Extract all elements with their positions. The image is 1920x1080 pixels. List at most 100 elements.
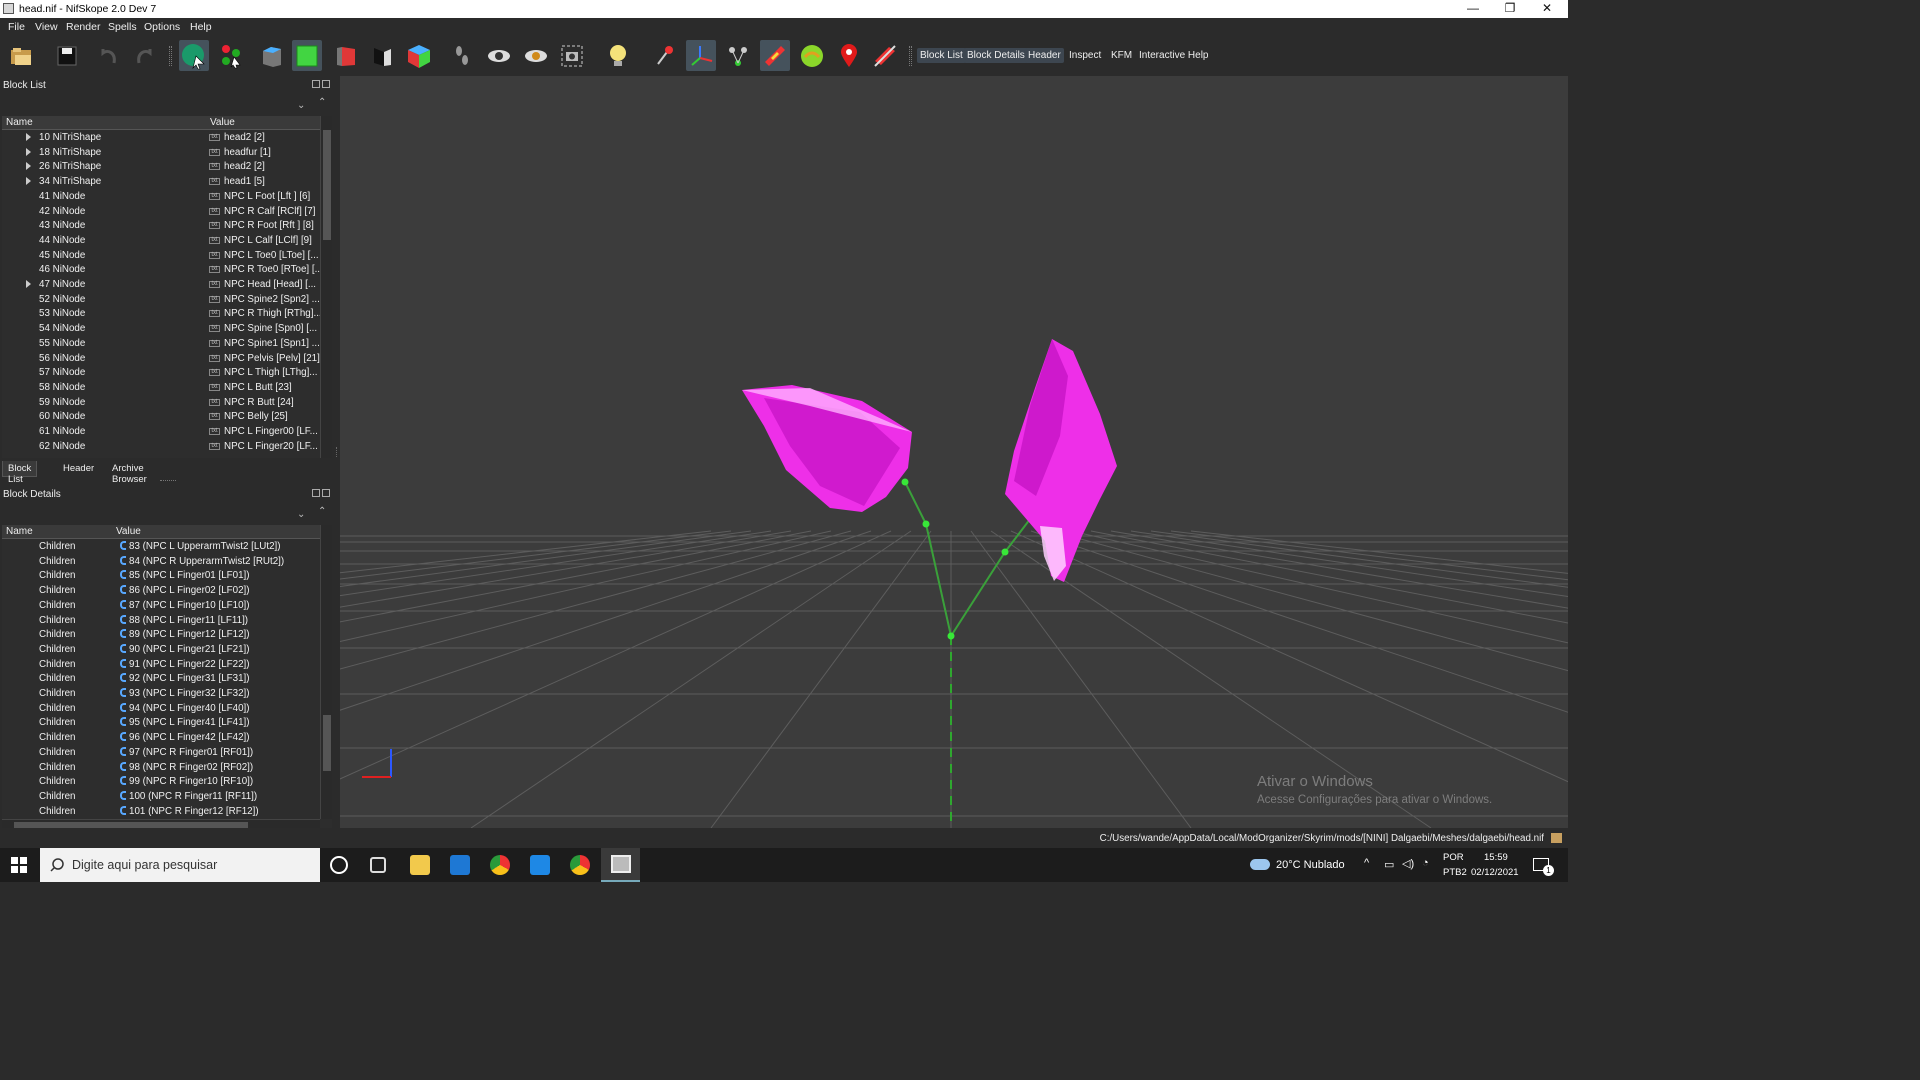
save-icon[interactable]: [52, 40, 82, 71]
undo-icon[interactable]: [94, 40, 124, 71]
collapse-all-icon[interactable]: ⌄: [297, 100, 305, 111]
volume-icon[interactable]: ◁): [1402, 857, 1414, 870]
nifskope-taskbar-button[interactable]: [601, 848, 640, 882]
weather-icon[interactable]: [1250, 859, 1270, 870]
block-list-row[interactable]: 42 NiNode txt NPC R Calf [RClf] [7]: [2, 205, 320, 220]
block-list-row[interactable]: 10 NiTriShape txt head2 [2]: [2, 131, 320, 146]
block-list-row[interactable]: 61 NiNode txt NPC L Finger00 [LF...: [2, 425, 320, 440]
expand-all-icon[interactable]: ⌃: [318, 97, 326, 108]
block-list-row[interactable]: 54 NiNode txt NPC Spine [Spn0] [...: [2, 322, 320, 337]
block-list-row[interactable]: 62 NiNode txt NPC L Finger20 [LF...: [2, 440, 320, 455]
toolbar-kfm[interactable]: KFM: [1108, 48, 1135, 63]
expand-arrow-icon[interactable]: [26, 280, 31, 288]
tab-block-list[interactable]: Block List: [2, 461, 38, 485]
chrome-icon[interactable]: [490, 855, 510, 875]
block-list-row[interactable]: 18 NiTriShape txt headfur [1]: [2, 146, 320, 161]
cortana-icon[interactable]: [330, 856, 348, 874]
clock-date[interactable]: 02/12/2021: [1471, 867, 1519, 878]
block-details-row[interactable]: Children 95 (NPC L Finger41 [LF41]): [2, 716, 320, 731]
block-list-row[interactable]: 41 NiNode txt NPC L Foot [Lft ] [6]: [2, 190, 320, 205]
expand-all-icon[interactable]: ⌃: [318, 506, 326, 517]
chrome-profile-icon[interactable]: [570, 855, 590, 875]
block-details-row[interactable]: Children 100 (NPC R Finger11 [RF11]): [2, 790, 320, 805]
column-name[interactable]: Name: [6, 117, 33, 128]
close-button[interactable]: ✕: [1527, 1, 1567, 15]
block-list-row[interactable]: 47 NiNode txt NPC Head [Head] [...: [2, 278, 320, 293]
expand-arrow-icon[interactable]: [26, 162, 31, 171]
show-nodes-icon[interactable]: [521, 40, 551, 71]
view-top-icon[interactable]: [257, 40, 287, 71]
block-details-row[interactable]: Children 90 (NPC L Finger21 [LF21]): [2, 643, 320, 658]
show-collision-icon[interactable]: [797, 40, 827, 71]
task-view-icon[interactable]: [370, 857, 386, 873]
show-vertex-colors-icon[interactable]: [760, 40, 790, 71]
notification-icon[interactable]: 1: [1533, 858, 1554, 876]
block-details-row[interactable]: Children 85 (NPC L Finger01 [LF01]): [2, 569, 320, 584]
block-details-row[interactable]: Children 92 (NPC L Finger31 [LF31]): [2, 672, 320, 687]
select-object-icon[interactable]: [179, 40, 209, 71]
menu-help[interactable]: Help: [190, 21, 212, 33]
menu-spells[interactable]: Spells: [108, 21, 137, 33]
weather-text[interactable]: 20°C Nublado: [1276, 859, 1345, 871]
view-back-icon[interactable]: [367, 40, 397, 71]
tray-chevron-icon[interactable]: ^: [1364, 857, 1369, 869]
wifi-icon[interactable]: ◔: [1422, 857, 1429, 869]
block-details-row[interactable]: Children 88 (NPC L Finger11 [LF11]): [2, 614, 320, 629]
lighting-icon[interactable]: [603, 40, 633, 71]
expand-arrow-icon[interactable]: [26, 177, 31, 186]
redo-icon[interactable]: [129, 40, 159, 71]
column-value[interactable]: Value: [210, 117, 235, 128]
3d-viewport[interactable]: Ativar o Windows Acesse Configurações pa…: [340, 76, 1568, 828]
block-list-scrollbar[interactable]: [320, 116, 332, 458]
toolbar-block-details[interactable]: Block Details: [964, 48, 1028, 63]
block-list-tree[interactable]: Name Value 10 NiTriShape txt head2 [2] 18 N…: [2, 116, 332, 458]
block-details-scrollbar[interactable]: [320, 525, 332, 819]
block-details-row[interactable]: Children 89 (NPC L Finger12 [LF12]): [2, 628, 320, 643]
show-axes-icon[interactable]: [686, 40, 716, 71]
network-icon[interactable]: ▭: [1384, 858, 1394, 871]
mail-icon[interactable]: [450, 855, 470, 875]
screenshot-icon[interactable]: [557, 40, 587, 71]
app-icon-blue[interactable]: [530, 855, 550, 875]
menu-render[interactable]: Render: [66, 21, 100, 33]
show-skeleton-icon[interactable]: [723, 40, 753, 71]
view-side-icon[interactable]: [331, 40, 361, 71]
language-code[interactable]: POR: [1443, 852, 1464, 863]
file-explorer-icon[interactable]: [410, 855, 430, 875]
block-list-row[interactable]: 60 NiNode txt NPC Belly [25]: [2, 410, 320, 425]
scene-render[interactable]: [340, 76, 1568, 828]
block-list-row[interactable]: 45 NiNode txt NPC L Toe0 [LToe] [...: [2, 249, 320, 264]
block-details-row[interactable]: Children 101 (NPC R Finger12 [RF12]): [2, 805, 320, 820]
column-name[interactable]: Name: [6, 526, 33, 537]
toolbar-grip[interactable]: [169, 46, 172, 66]
block-list-row[interactable]: 46 NiNode txt NPC R Toe0 [RToe] [...: [2, 263, 323, 278]
block-details-row[interactable]: Children 94 (NPC L Finger40 [LF40]): [2, 702, 320, 717]
block-list-row[interactable]: 44 NiNode txt NPC L Calf [LClf] [9]: [2, 234, 320, 249]
toolbar-interactive-help[interactable]: Interactive Help: [1136, 48, 1211, 63]
block-list-row[interactable]: 52 NiNode txt NPC Spine2 [Spn2] ...: [2, 293, 320, 308]
toolbar-inspect[interactable]: Inspect: [1066, 48, 1104, 63]
block-list-row[interactable]: 59 NiNode txt NPC R Butt [24]: [2, 396, 320, 411]
restore-button[interactable]: ❐: [1490, 1, 1530, 15]
block-details-dock-buttons[interactable]: [312, 489, 334, 499]
block-details-tree[interactable]: Name Value Children 83 (NPC L UpperarmTwi…: [2, 525, 332, 830]
show-hidden-icon[interactable]: [484, 40, 514, 71]
block-list-dock-buttons[interactable]: [312, 80, 334, 90]
block-details-row[interactable]: Children 96 (NPC L Finger42 [LF42]): [2, 731, 320, 746]
keyboard-layout[interactable]: PTB2: [1443, 867, 1467, 878]
block-details-row[interactable]: Children 91 (NPC L Finger22 [LF22]): [2, 658, 320, 673]
tab-archive-browser[interactable]: Archive Browser: [107, 461, 152, 485]
block-list-row[interactable]: 43 NiNode txt NPC R Foot [Rft ] [8]: [2, 219, 320, 234]
block-details-row[interactable]: Children 93 (NPC L Finger32 [LF32]): [2, 687, 320, 702]
splitter-handle[interactable]: [160, 480, 176, 481]
block-list-row[interactable]: 55 NiNode txt NPC Spine1 [Spn1] ...: [2, 337, 320, 352]
block-details-row[interactable]: Children 99 (NPC R Finger10 [RF10]): [2, 775, 320, 790]
open-icon[interactable]: [7, 40, 37, 71]
toolbar-grip[interactable]: [909, 46, 912, 66]
block-details-row[interactable]: Children 84 (NPC R UpperarmTwist2 [RUt2]): [2, 555, 320, 570]
menu-options[interactable]: Options: [144, 21, 180, 33]
block-details-row[interactable]: Children 87 (NPC L Finger10 [LF10]): [2, 599, 320, 614]
view-front-icon[interactable]: [292, 40, 322, 71]
expand-arrow-icon[interactable]: [26, 147, 31, 156]
block-list-row[interactable]: 34 NiTriShape txt head1 [5]: [2, 175, 320, 190]
